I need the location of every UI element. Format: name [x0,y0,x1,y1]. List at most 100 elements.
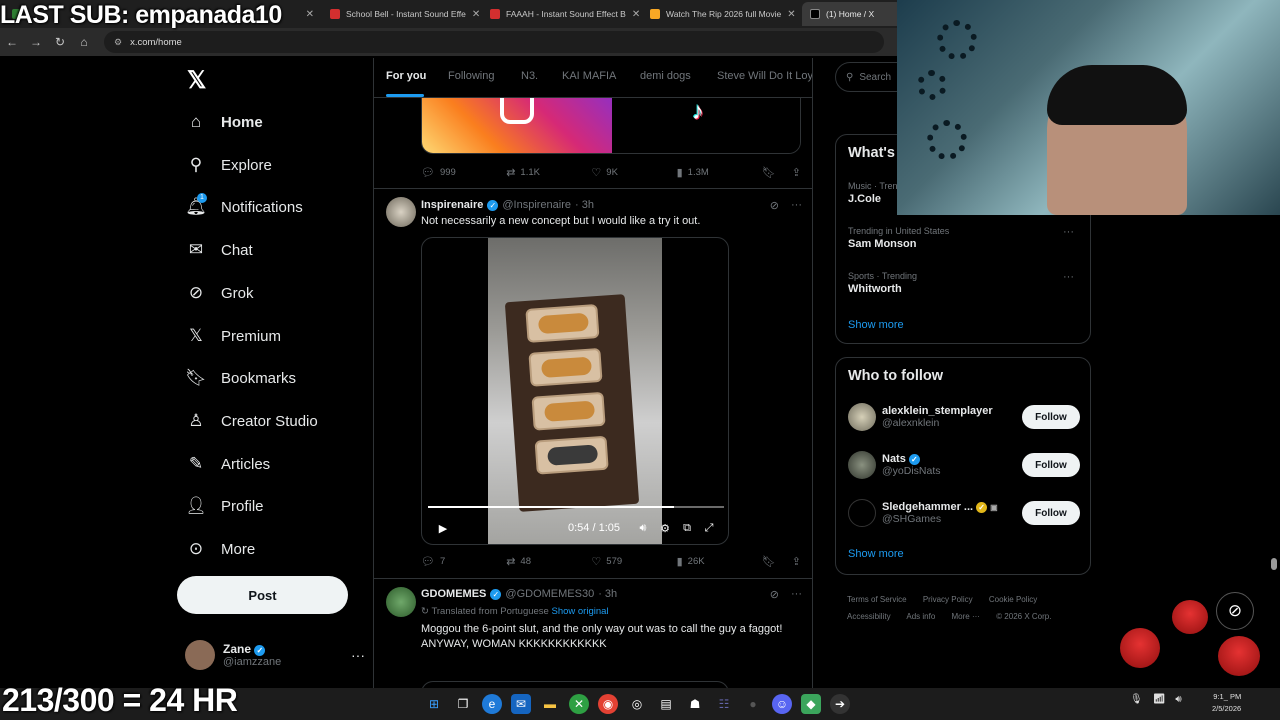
avatar[interactable] [386,587,416,617]
follow-button[interactable]: Follow [1022,453,1080,477]
post-button[interactable]: Post [177,576,348,614]
like-button[interactable]: ♡ 9K [591,166,676,179]
windows-start-icon[interactable]: ⊞ [424,694,444,714]
grok-floating-button[interactable]: ⊘ [1216,592,1254,630]
reload-icon[interactable]: ↻ [48,35,72,49]
repost-button[interactable]: ⇄ 48 [506,555,591,568]
wifi-icon[interactable]: 📶︎ [1153,694,1166,705]
like-button[interactable]: ♡ 579 [591,555,676,568]
xbox-icon[interactable]: ✕ [569,694,589,714]
volume-icon[interactable]: 🔊︎ [1175,694,1181,705]
chrome-icon[interactable]: ◉ [598,694,618,714]
nav-chat[interactable]: ✉ Chat [185,232,253,268]
play-icon[interactable]: ▶ [432,522,454,535]
share-icon[interactable]: ⇪ [792,166,801,179]
nav-profile[interactable]: 👤︎ Profile [185,488,263,524]
nav-notifications[interactable]: 🔔︎ 1 Notifications [185,189,303,225]
browser-tab[interactable]: Watch The Rip 2026 full Movie ✕ [642,2,802,26]
follow-button[interactable]: Follow [1022,501,1080,525]
close-tab-icon[interactable]: ✕ [472,9,480,20]
discord-icon[interactable]: ☺ [772,694,792,714]
app-icon[interactable]: ◆ [801,694,821,714]
close-tab-icon[interactable]: ✕ [306,9,314,20]
mic-icon[interactable]: 🎙︎ [1130,694,1143,705]
follow-suggestion[interactable]: Nats ✓ @yoDisNats Follow [848,448,1080,482]
pip-icon[interactable]: ⧉ [676,522,698,535]
browser-tab[interactable]: School Bell - Instant Sound Effe ✕ [322,2,482,26]
person-icon: 👤︎ [185,496,207,515]
post-media[interactable]: ♪ [421,98,801,154]
nav-grok[interactable]: ⊘ Grok [185,275,254,311]
reply-button[interactable]: 💬︎ 999 [421,166,506,179]
task-view-icon[interactable]: ❐ [453,694,473,714]
nav-creator-studio[interactable]: ♙ Creator Studio [185,403,317,439]
browser-tab[interactable]: FAAAH - Instant Sound Effect B ✕ [482,2,642,26]
share-icon[interactable]: ⇪ [792,555,801,568]
show-more-link[interactable]: Show more [848,548,904,560]
show-more-link[interactable]: Show more [848,319,904,331]
back-icon[interactable]: ← [0,35,24,49]
avatar[interactable] [386,197,416,227]
post-text: Moggou the 6-point slut, and the only wa… [421,623,783,650]
tab-steve[interactable]: Steve Will Do It Loy [717,70,812,82]
browser-tab-active[interactable]: (1) Home / X [802,2,902,26]
outlook-icon[interactable]: ✉ [511,694,531,714]
obs-icon[interactable]: ◎ [627,694,647,714]
nav-explore[interactable]: ⚲ Explore [185,147,272,183]
repost-button[interactable]: ⇄ 1.1K [506,166,591,179]
url-field[interactable]: ⚙ x.com/home [104,31,884,53]
app-icon[interactable]: ➔ [830,694,850,714]
site-info-icon[interactable]: ⚙ [114,37,122,48]
grok-icon[interactable]: ⊘ [770,588,779,601]
settings-icon[interactable]: ⚙ [654,522,676,535]
more-icon[interactable]: ··· [791,199,802,212]
store-icon[interactable]: ▤ [656,694,676,714]
nav-bookmarks[interactable]: 🔖︎ Bookmarks [185,360,296,396]
x-logo[interactable]: 𝕏 [187,66,206,95]
edge-icon[interactable]: e [482,694,502,714]
close-tab-icon[interactable]: ✕ [787,9,795,20]
post[interactable]: Inspirenaire ✓ @Inspirenaire · 3h ⊘ ··· … [374,188,812,578]
bookmark-icon[interactable]: 🔖︎ [762,166,776,179]
volume-icon[interactable]: 🔊︎ [632,522,654,535]
nav-more[interactable]: ⊙ More [185,531,255,567]
tab-n3[interactable]: N3. [521,70,538,82]
video-progress-bar[interactable] [428,506,724,508]
views-button[interactable]: ▮ 1.3M [677,166,762,179]
nav-articles[interactable]: ✎ Articles [185,446,270,482]
forward-icon[interactable]: → [24,35,48,49]
nav-home[interactable]: ⌂ Home [185,104,263,140]
teams-icon[interactable]: ☷ [714,694,734,714]
close-tab-icon[interactable]: ✕ [632,9,640,20]
tab-demi-dogs[interactable]: demi dogs [640,70,691,82]
tab-for-you[interactable]: For you [386,70,426,82]
views-button[interactable]: ▮ 26K [677,555,762,568]
fullscreen-icon[interactable]: ⤢ [698,522,720,535]
folder-icon[interactable]: ▬ [540,694,560,714]
nav-premium[interactable]: 𝕏 Premium [185,318,281,354]
tab-kai-mafia[interactable]: KAI MAFIA [562,70,616,82]
follow-suggestion[interactable]: alexklein_stemplayer @alexnklein Follow [848,400,1080,434]
account-switcher[interactable]: Zane ✓ @iamzzane ··· [185,638,365,672]
more-icon[interactable]: ··· [351,647,365,663]
grok-icon[interactable]: ⊘ [770,199,779,212]
avatar [848,403,876,431]
home-browser-icon[interactable]: ⌂ [72,35,96,49]
app-icon[interactable]: ● [743,694,763,714]
more-icon[interactable]: ··· [1063,226,1074,238]
trend-item[interactable]: Sports · Trending Whitworth ··· [848,271,1080,295]
scrollbar-thumb[interactable] [1271,558,1277,570]
tab-following[interactable]: Following [448,70,494,82]
video-player[interactable]: ▶ 0:54 / 1:05 🔊︎ ⚙ ⧉ ⤢ [421,237,729,545]
follow-suggestion[interactable]: Sledgehammer ... ✓ ▣ @SHGames Follow [848,496,1080,530]
more-icon[interactable]: ··· [791,588,802,601]
system-clock[interactable]: 9:1_ PM 2/5/2026 [1212,691,1241,715]
webcam-overlay [897,0,1280,215]
alien-icon[interactable]: ☗ [685,694,705,714]
show-original-link[interactable]: Show original [551,606,608,617]
more-icon[interactable]: ··· [1063,271,1074,283]
reply-button[interactable]: 💬︎ 7 [421,555,506,568]
follow-button[interactable]: Follow [1022,405,1080,429]
trend-item[interactable]: Trending in United States Sam Monson ··· [848,226,1080,250]
bookmark-icon[interactable]: 🔖︎ [762,555,776,568]
